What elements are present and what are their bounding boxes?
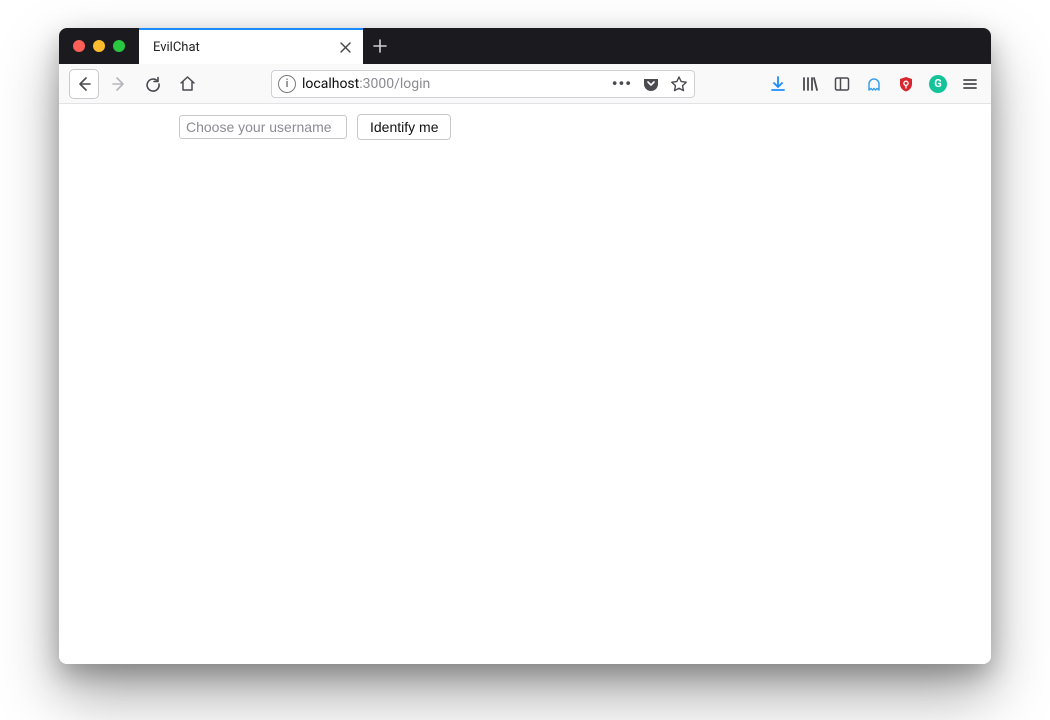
sidebar-button[interactable] — [831, 73, 853, 95]
username-input[interactable] — [179, 115, 347, 139]
home-button[interactable] — [173, 70, 201, 98]
tab-strip: EvilChat — [59, 28, 991, 64]
window-zoom-button[interactable] — [113, 40, 125, 52]
url-path: :3000/login — [359, 76, 430, 92]
ghostery-button[interactable] — [863, 73, 885, 95]
plus-icon — [373, 39, 387, 53]
back-button[interactable] — [69, 69, 99, 99]
close-icon — [340, 42, 351, 53]
info-icon: i — [286, 77, 289, 90]
grammarly-icon: G — [929, 75, 947, 93]
home-icon — [179, 75, 196, 92]
forward-button — [105, 70, 133, 98]
star-icon — [670, 75, 688, 93]
page-content: Identify me — [59, 104, 991, 664]
tab-close-button[interactable] — [337, 39, 353, 55]
url-text[interactable]: localhost:3000/login — [302, 76, 606, 92]
page-actions-button[interactable]: ••• — [612, 74, 632, 93]
pocket-button[interactable] — [642, 75, 660, 93]
new-tab-button[interactable] — [363, 28, 397, 64]
ublock-button[interactable] — [895, 73, 917, 95]
app-menu-button[interactable] — [959, 73, 981, 95]
shield-icon — [897, 75, 915, 93]
hamburger-icon — [961, 75, 979, 93]
library-button[interactable] — [799, 73, 821, 95]
downloads-button[interactable] — [767, 73, 789, 95]
library-icon — [801, 75, 819, 93]
navigation-toolbar: i localhost:3000/login ••• — [59, 64, 991, 104]
reload-button[interactable] — [139, 70, 167, 98]
window-minimize-button[interactable] — [93, 40, 105, 52]
pocket-icon — [642, 75, 660, 93]
browser-window: EvilChat — [59, 28, 991, 664]
bookmark-button[interactable] — [670, 75, 688, 93]
ghost-icon — [865, 75, 883, 93]
url-host: localhost — [302, 76, 359, 92]
sidebar-icon — [833, 75, 851, 93]
login-form: Identify me — [179, 114, 991, 140]
arrow-left-icon — [76, 76, 92, 92]
reload-icon — [145, 76, 161, 92]
site-info-button[interactable]: i — [278, 75, 296, 93]
grammarly-button[interactable]: G — [927, 73, 949, 95]
identify-button[interactable]: Identify me — [357, 114, 451, 140]
arrow-right-icon — [111, 76, 127, 92]
download-icon — [769, 75, 787, 93]
toolbar-right-icons: G — [767, 73, 981, 95]
url-bar[interactable]: i localhost:3000/login ••• — [271, 70, 695, 98]
window-close-button[interactable] — [73, 40, 85, 52]
window-traffic-lights — [59, 28, 139, 64]
tab-active[interactable]: EvilChat — [139, 28, 363, 64]
tab-title: EvilChat — [153, 40, 337, 55]
